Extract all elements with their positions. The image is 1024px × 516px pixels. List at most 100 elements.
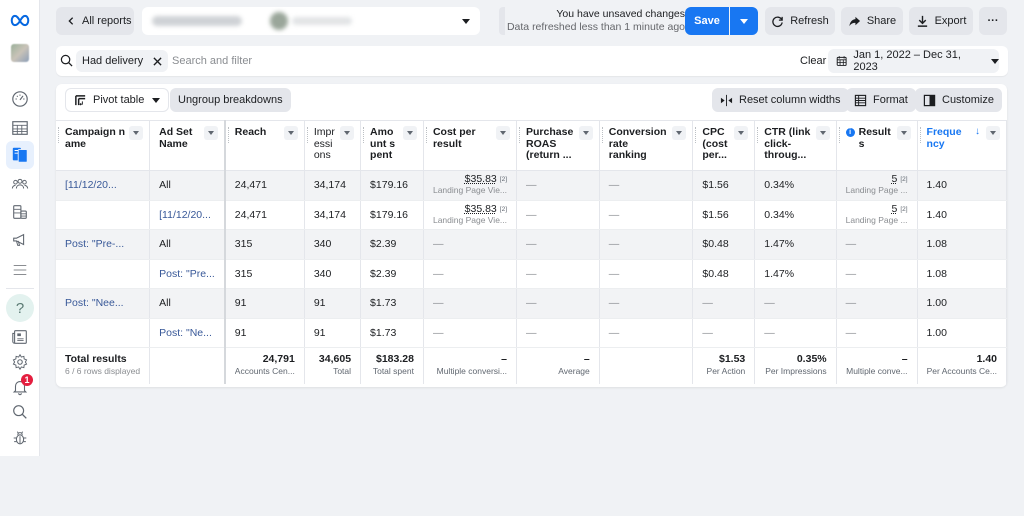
cell-spent: $2.39 xyxy=(360,229,424,260)
drag-handle-icon[interactable] xyxy=(919,127,922,143)
drag-handle-icon[interactable] xyxy=(838,127,841,143)
column-header-ctr[interactable]: CTR (link click-throug... xyxy=(754,120,837,171)
metric-value[interactable]: $35.83 xyxy=(465,203,497,215)
calendar-icon xyxy=(836,56,847,66)
column-header-conversion-rate-ranking[interactable]: Conversion rate ranking xyxy=(599,120,694,171)
column-header-cost-per-result[interactable]: Cost per result xyxy=(423,120,518,171)
share-button[interactable]: Share xyxy=(841,7,903,35)
drag-handle-icon[interactable] xyxy=(363,127,365,143)
drag-handle-icon[interactable] xyxy=(757,127,759,143)
column-menu-button[interactable] xyxy=(283,126,298,140)
column-menu-button[interactable] xyxy=(496,126,511,140)
column-header-campaign-name[interactable]: Campaign name xyxy=(56,120,151,171)
people-icon[interactable] xyxy=(6,170,34,198)
column-menu-button[interactable] xyxy=(815,126,830,140)
bug-icon[interactable] xyxy=(6,424,34,452)
column-menu-button[interactable] xyxy=(578,126,593,140)
sort-descending-icon[interactable]: ↓ xyxy=(975,126,980,138)
menu-icon[interactable] xyxy=(6,256,34,284)
cell-reach: 315 xyxy=(224,229,305,260)
cell-adset[interactable]: Post: "Pre... xyxy=(149,259,226,289)
column-menu-button[interactable] xyxy=(734,126,749,140)
totals-row: Total results 6 / 6 rows displayed 24,791 A… xyxy=(56,347,1007,384)
table-row[interactable]: [11/12/20... All 24,471 34,174 $179.16 $35.83… xyxy=(56,170,1007,201)
refresh-status-text: Data refreshed less than 1 minute ago xyxy=(506,21,685,33)
customize-button[interactable]: Customize xyxy=(915,88,1002,112)
metric-value[interactable]: $35.83 xyxy=(465,173,497,185)
column-header-amount-spent[interactable]: Amount spent xyxy=(360,120,424,171)
cell-adset[interactable]: Post: "Ne... xyxy=(149,318,226,348)
cell-frequency: 1.00 xyxy=(917,318,1007,348)
cell-ctr: 0.34% xyxy=(754,200,837,230)
gear-icon[interactable] xyxy=(6,348,34,376)
format-button[interactable]: Format xyxy=(846,88,916,112)
cell-adset[interactable]: [11/12/20... xyxy=(149,200,226,230)
metric-value[interactable]: 5 xyxy=(891,173,897,185)
column-header-results[interactable]: i Results xyxy=(836,120,918,171)
reset-column-widths-button[interactable]: Reset column widths xyxy=(712,88,849,112)
column-menu-button[interactable] xyxy=(129,126,144,140)
coins-icon[interactable] xyxy=(6,198,34,226)
column-menu-button[interactable] xyxy=(203,126,218,140)
table-row[interactable]: [11/12/20... 24,471 34,174 $179.16 $35.83 [2]… xyxy=(56,200,1007,230)
drag-handle-icon[interactable] xyxy=(227,127,230,143)
close-icon[interactable] xyxy=(153,56,162,66)
column-menu-button[interactable] xyxy=(402,126,417,140)
column-menu-button[interactable] xyxy=(672,126,687,140)
column-menu-button[interactable] xyxy=(896,126,911,140)
drag-handle-icon[interactable] xyxy=(695,127,697,143)
refresh-button[interactable]: Refresh xyxy=(765,7,835,35)
bell-icon[interactable]: 1 xyxy=(6,373,34,401)
gauge-icon[interactable] xyxy=(6,85,34,113)
ungroup-breakdowns-button[interactable]: Ungroup breakdowns xyxy=(170,88,291,112)
total-cell-results: – Multiple conve... xyxy=(836,347,918,384)
help-icon[interactable]: ? xyxy=(6,294,34,322)
all-reports-button[interactable]: All reports xyxy=(56,7,134,35)
column-header-cpc[interactable]: CPC (cost per... xyxy=(692,120,756,171)
clear-filters-link[interactable]: Clear xyxy=(800,55,826,67)
cell-campaign[interactable]: Post: "Nee... xyxy=(56,288,151,319)
pivot-table-selector[interactable]: Pivot table xyxy=(65,88,170,112)
drag-handle-icon[interactable] xyxy=(425,127,428,143)
search-icon[interactable] xyxy=(6,398,34,426)
table-row[interactable]: Post: "Pre... 315 340 $2.39— — — $0.48 1.47% —1.… xyxy=(56,259,1007,289)
cell-campaign[interactable]: Post: "Pre-... xyxy=(56,229,151,260)
cell-frequency: 1.40 xyxy=(917,200,1007,230)
drag-handle-icon[interactable] xyxy=(58,127,60,143)
table-row[interactable]: Post: "Ne... 91 91 $1.73— — — — — —1.00 xyxy=(56,318,1007,348)
save-options-button[interactable] xyxy=(730,7,758,35)
megaphone-icon[interactable] xyxy=(6,226,34,254)
drag-handle-icon[interactable] xyxy=(601,127,604,143)
metric-value[interactable]: 5 xyxy=(891,203,897,215)
reports-icon[interactable] xyxy=(6,141,34,169)
news-icon[interactable] xyxy=(6,323,34,351)
export-button[interactable]: Export xyxy=(909,7,973,35)
column-menu-button[interactable] xyxy=(986,126,1000,140)
column-header-impressions[interactable]: Impressions xyxy=(304,120,362,171)
table-row[interactable]: Post: "Pre-... All 315 340 $2.39— — — $0.48 1.47… xyxy=(56,229,1007,260)
account-avatar[interactable] xyxy=(6,39,34,67)
drag-handle-icon[interactable] xyxy=(519,127,521,143)
cell-campaign[interactable]: [11/12/20... xyxy=(56,170,151,201)
date-range-picker[interactable]: Jan 1, 2022 – Dec 31, 2023 xyxy=(828,49,999,73)
drag-handle-icon[interactable] xyxy=(306,127,309,143)
info-icon[interactable]: i xyxy=(845,128,855,137)
more-options-button[interactable]: ··· xyxy=(979,7,1007,35)
table-icon[interactable] xyxy=(6,114,34,142)
table-row[interactable]: Post: "Nee... All 91 91 $1.73— — — — — —1.00 xyxy=(56,288,1007,319)
cell-cpc: $1.56 xyxy=(692,170,756,201)
column-header-purchase-roas[interactable]: Purchase ROAS (return ... xyxy=(516,120,600,171)
column-header-ad-set-name[interactable]: Ad Set Name xyxy=(149,120,226,171)
filter-chip-had-delivery[interactable]: Had delivery xyxy=(76,50,169,72)
total-cell xyxy=(599,347,694,384)
report-name-selector[interactable] xyxy=(142,7,480,35)
column-menu-button[interactable] xyxy=(340,126,355,140)
search-filter-input[interactable] xyxy=(172,50,672,72)
column-header-frequency[interactable]: Frequency ↓ xyxy=(917,120,1007,171)
total-value: – xyxy=(583,353,590,365)
save-button[interactable]: Save xyxy=(685,7,729,35)
cell-impressions: 340 xyxy=(304,229,362,260)
result-type-label: Landing Page ... xyxy=(845,185,908,196)
column-header-reach[interactable]: Reach xyxy=(224,120,305,171)
meta-logo-icon[interactable] xyxy=(6,6,34,34)
